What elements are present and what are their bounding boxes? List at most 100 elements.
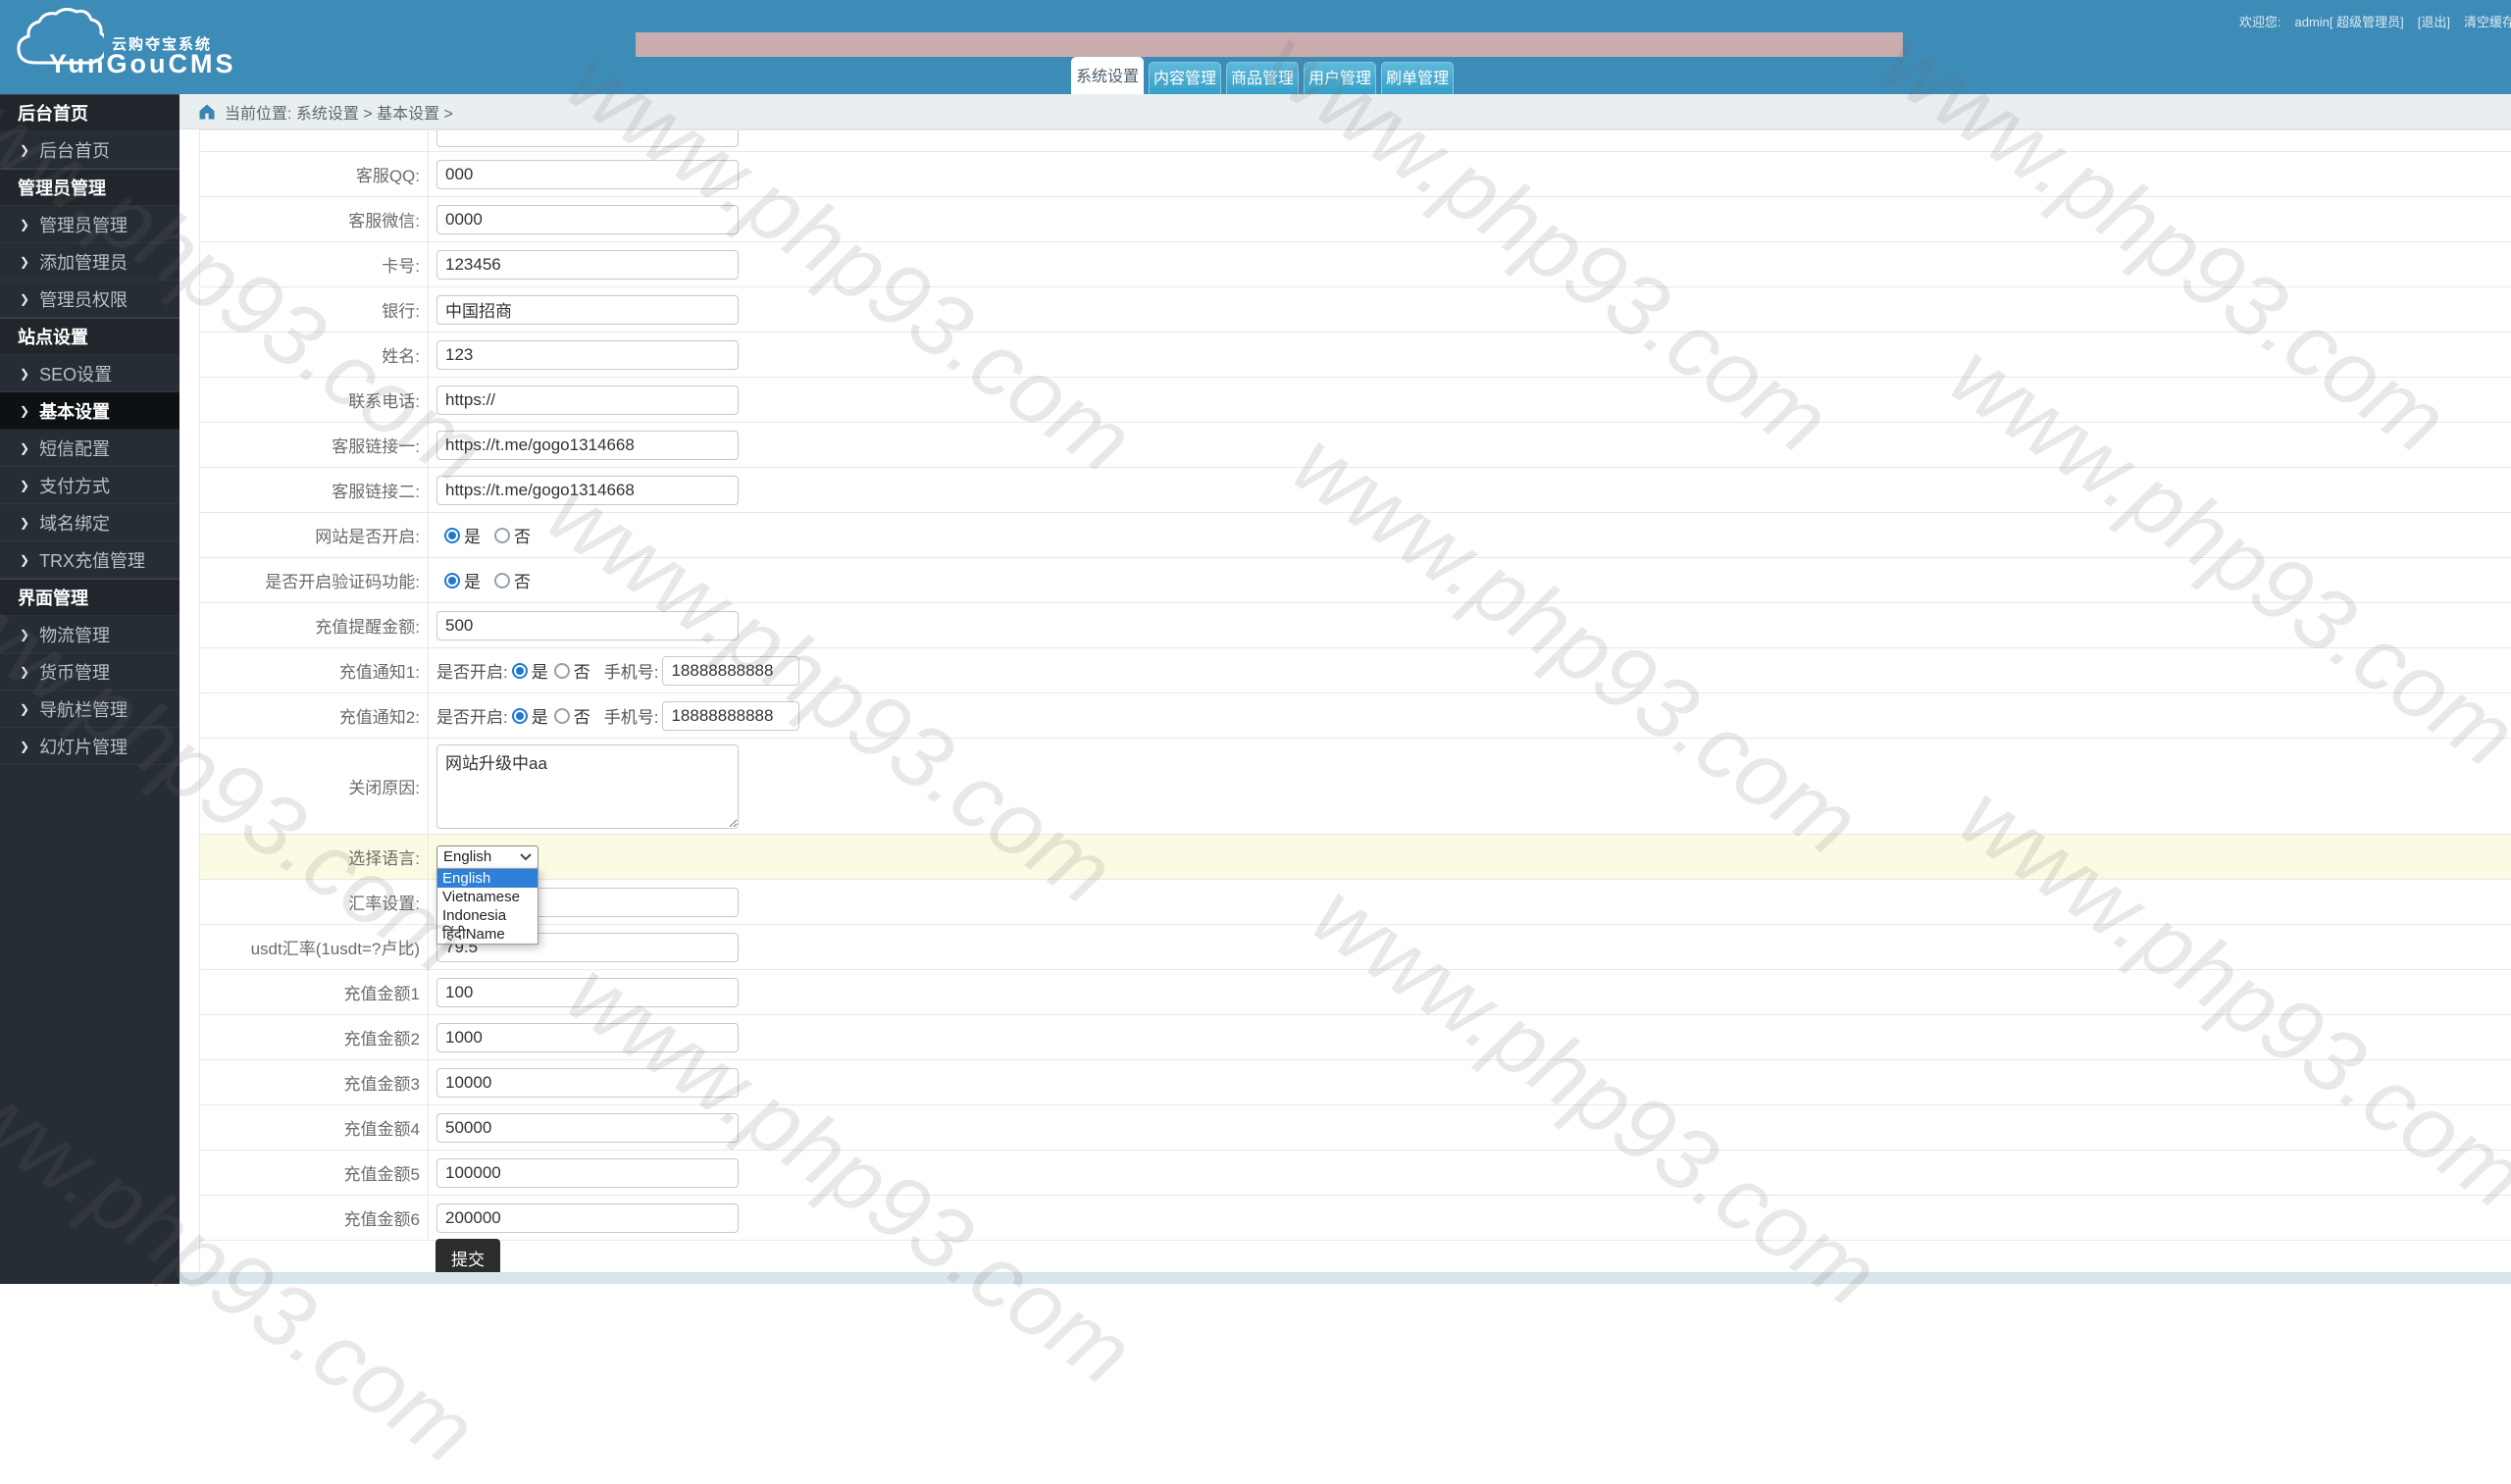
service-link1-input[interactable]: [436, 430, 739, 460]
field-label: 充值金额6: [343, 1210, 420, 1229]
sidebar-item-slideshow[interactable]: ❯ 幻灯片管理: [0, 728, 179, 765]
name-input[interactable]: [436, 339, 739, 370]
logout-link[interactable]: [退出]: [2418, 15, 2450, 29]
tab-content-manage[interactable]: 内容管理: [1149, 62, 1221, 94]
sidebar-nav: 后台首页 ❯ 后台首页 管理员管理 ❯ 管理员管理 ❯ 添加管理员 ❯ 管理员权限 站点…: [0, 94, 179, 765]
breadcrumb: 当前位置: 系统设置 > 基本设置 >: [179, 94, 2511, 129]
sidebar-item-navbar-manage[interactable]: ❯ 导航栏管理: [0, 691, 179, 728]
tab-user-manage[interactable]: 用户管理: [1304, 62, 1376, 94]
language-option-english[interactable]: English: [437, 869, 538, 888]
amount1-input[interactable]: [436, 977, 739, 1007]
chevron-right-icon: ❯: [20, 217, 30, 231]
field-label: 银行:: [382, 302, 420, 321]
sidebar-item-dashboard[interactable]: ❯ 后台首页: [0, 131, 179, 169]
sidebar-item-logistics[interactable]: ❯ 物流管理: [0, 616, 179, 653]
sidebar-section-dashboard: 后台首页: [0, 94, 179, 131]
logo[interactable]: 云购夺宝系统 YunGouCMS: [14, 6, 233, 92]
main-content: 客服QQ: 客服微信: 卡号: 银行: 姓名: 联系电话: 客服链接一:: [179, 129, 2511, 1284]
chevron-right-icon: ❯: [20, 366, 30, 381]
field-label: 客服链接一:: [332, 437, 420, 456]
home-icon[interactable]: [197, 102, 217, 122]
close-reason-textarea[interactable]: 网站升级中aa: [436, 743, 739, 829]
notify1-no-radio[interactable]: [553, 662, 570, 679]
form-row-usdt-rate: usdt汇率(1usdt=?卢比): [200, 925, 2511, 970]
form-row-clipped: [200, 130, 2511, 152]
form-row-amount2: 充值金额2: [200, 1015, 2511, 1060]
notify2-phone-input[interactable]: [662, 700, 800, 731]
clear-cache-link[interactable]: 清空缓存: [2464, 15, 2511, 29]
chevron-right-icon: ❯: [20, 664, 30, 679]
form-row-service-link2: 客服链接二:: [200, 468, 2511, 513]
chevron-right-icon: ❯: [20, 254, 30, 269]
notify2-no-radio[interactable]: [553, 707, 570, 724]
field-label: 网站是否开启:: [315, 528, 420, 546]
user-bar: 欢迎您:admin[ 超级管理员][退出]清空缓存访问首页: [2226, 12, 2511, 30]
submit-button[interactable]: 提交: [436, 1238, 500, 1277]
contact-phone-input[interactable]: [436, 384, 739, 415]
field-label: 是否开启验证码功能:: [265, 573, 420, 591]
form-row-recharge-remind: 充值提醒金额:: [200, 603, 2511, 648]
site-open-yes-radio[interactable]: [444, 527, 460, 543]
field-label: 充值金额4: [343, 1120, 420, 1139]
chevron-right-icon: ❯: [20, 142, 30, 157]
language-dropdown-list: English Vietnamese Indonesia हिंदीName: [436, 868, 538, 945]
captcha-no-radio[interactable]: [494, 572, 510, 588]
form-row-recharge-notify2: 充值通知2: 是否开启: 是 否 手机号:: [200, 693, 2511, 739]
sidebar-item-trx-recharge[interactable]: ❯ TRX充值管理: [0, 541, 179, 579]
site-open-no-radio[interactable]: [494, 527, 510, 543]
form-row-amount1: 充值金额1: [200, 970, 2511, 1015]
sidebar-section-site-settings: 站点设置: [0, 318, 179, 355]
form-row-submit: 提交: [200, 1238, 2511, 1277]
chevron-right-icon: ❯: [20, 627, 30, 641]
amount3-input[interactable]: [436, 1067, 739, 1098]
form-row-card-number: 卡号:: [200, 242, 2511, 287]
service-wechat-input[interactable]: [436, 204, 739, 234]
service-qq-input[interactable]: [436, 159, 739, 189]
amount5-input[interactable]: [436, 1157, 739, 1188]
sidebar: 后台首页 ❯ 后台首页 管理员管理 ❯ 管理员管理 ❯ 添加管理员 ❯ 管理员权限 站点…: [0, 94, 179, 1284]
card-number-input[interactable]: [436, 249, 739, 280]
amount2-input[interactable]: [436, 1022, 739, 1052]
tab-system-settings[interactable]: 系统设置: [1071, 57, 1144, 94]
sidebar-item-admin-manage[interactable]: ❯ 管理员管理: [0, 206, 179, 243]
language-option-hindi[interactable]: हिंदीName: [437, 925, 538, 944]
field-label: 卡号:: [382, 257, 420, 276]
sidebar-item-pay-method[interactable]: ❯ 支付方式: [0, 467, 179, 504]
field-label: 联系电话:: [348, 392, 420, 411]
sidebar-item-add-admin[interactable]: ❯ 添加管理员: [0, 243, 179, 281]
notify1-yes-radio[interactable]: [511, 662, 528, 679]
language-option-vietnamese[interactable]: Vietnamese: [437, 888, 538, 906]
sidebar-item-domain-bind[interactable]: ❯ 域名绑定: [0, 504, 179, 541]
amount4-input[interactable]: [436, 1112, 739, 1143]
form-row-site-open: 网站是否开启: 是 否: [200, 513, 2511, 558]
form-row-recharge-notify1: 充值通知1: 是否开启: 是 否 手机号:: [200, 648, 2511, 693]
chevron-right-icon: ❯: [20, 291, 30, 306]
amount6-input[interactable]: [436, 1203, 739, 1233]
field-label: usdt汇率(1usdt=?卢比): [250, 940, 420, 958]
sidebar-section-admin-manage: 管理员管理: [0, 169, 179, 206]
sidebar-item-admin-rights[interactable]: ❯ 管理员权限: [0, 281, 179, 318]
sidebar-item-sms-config[interactable]: ❯ 短信配置: [0, 430, 179, 467]
tab-goods-manage[interactable]: 商品管理: [1226, 62, 1299, 94]
form-row-contact-phone: 联系电话:: [200, 378, 2511, 423]
recharge-remind-input[interactable]: [436, 610, 739, 640]
tab-order-manage[interactable]: 刷单管理: [1381, 62, 1454, 94]
bank-input[interactable]: [436, 294, 739, 325]
sidebar-section-ui-manage: 界面管理: [0, 579, 179, 616]
field-label: 选择语言:: [348, 849, 420, 868]
form-row-captcha: 是否开启验证码功能: 是 否: [200, 558, 2511, 603]
notify2-yes-radio[interactable]: [511, 707, 528, 724]
form-row-language: 选择语言: English English Vietnamese Indones…: [200, 835, 2511, 945]
form-row-rate-setting: 汇率设置:: [200, 880, 2511, 925]
sidebar-item-seo[interactable]: ❯ SEO设置: [0, 355, 179, 392]
captcha-yes-radio[interactable]: [444, 572, 460, 588]
language-select[interactable]: English: [436, 844, 538, 869]
language-option-indonesia[interactable]: Indonesia: [437, 906, 538, 925]
field-label: 充值金额1: [343, 985, 420, 1003]
breadcrumb-text: 当前位置: 系统设置 > 基本设置 >: [225, 105, 453, 123]
sidebar-item-currency[interactable]: ❯ 货币管理: [0, 653, 179, 691]
sidebar-item-basic-settings[interactable]: ❯ 基本设置: [0, 392, 179, 430]
service-link2-input[interactable]: [436, 475, 739, 505]
notify1-phone-input[interactable]: [662, 655, 800, 686]
clipped-input[interactable]: [436, 130, 739, 147]
